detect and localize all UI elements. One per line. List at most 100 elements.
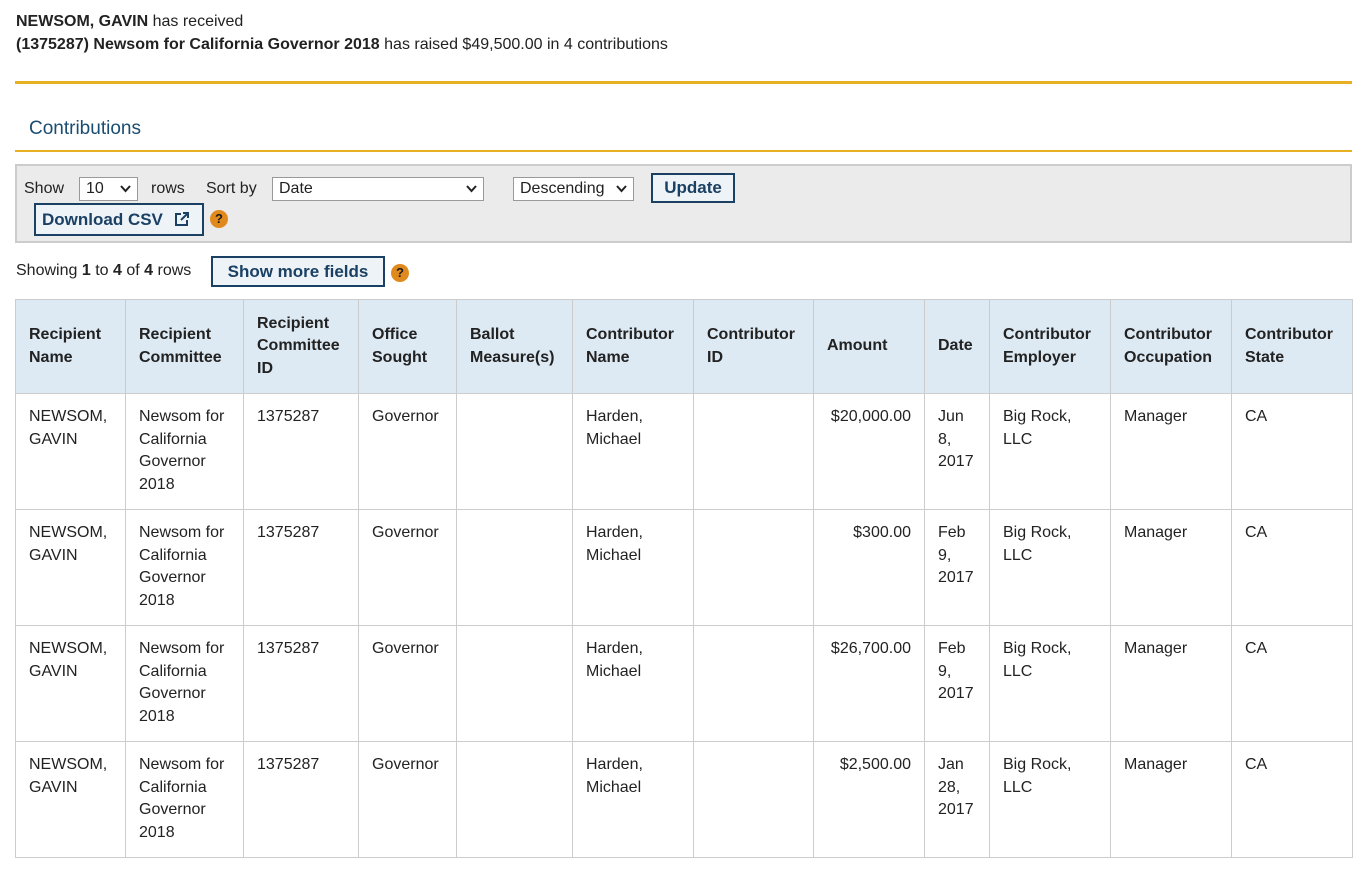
- showing-to-word: to: [95, 262, 109, 279]
- cell-contributor-name: Harden, Michael: [572, 509, 694, 626]
- cell-contributor-id: [693, 509, 814, 626]
- cell-occupation: Manager: [1110, 741, 1232, 858]
- cell-recipient-name: NEWSOM, GAVIN: [15, 625, 126, 742]
- cell-recipient-committee: Newsom for California Governor 2018: [125, 509, 244, 626]
- cell-recipient-committee: Newsom for California Governor 2018: [125, 741, 244, 858]
- contributions-table: Recipient Name Recipient Committee Recip…: [15, 299, 1353, 858]
- column-header[interactable]: Amount: [813, 299, 925, 394]
- cell-contributor-name: Harden, Michael: [572, 393, 694, 510]
- column-header[interactable]: Contributor ID: [693, 299, 814, 394]
- cell-amount: $2,500.00: [813, 741, 925, 858]
- table-row: NEWSOM, GAVIN Newsom for California Gove…: [15, 625, 1353, 742]
- column-header[interactable]: Recipient Committee ID: [243, 299, 359, 394]
- showing-from: 1: [81, 262, 91, 279]
- cell-ballot-measure: [456, 509, 573, 626]
- cell-occupation: Manager: [1110, 509, 1232, 626]
- cell-amount: $20,000.00: [813, 393, 925, 510]
- cell-contributor-name: Harden, Michael: [572, 625, 694, 742]
- help-icon[interactable]: ?: [210, 210, 228, 228]
- cell-ballot-measure: [456, 393, 573, 510]
- cell-employer: Big Rock, LLC: [989, 393, 1111, 510]
- rows-label: rows: [151, 180, 185, 197]
- cell-office-sought: Governor: [358, 509, 457, 626]
- cell-committee-id: 1375287: [243, 741, 359, 858]
- column-header[interactable]: Contributor Name: [572, 299, 694, 394]
- column-header[interactable]: Recipient Committee: [125, 299, 244, 394]
- column-header[interactable]: Office Sought: [358, 299, 457, 394]
- cell-contributor-id: [693, 625, 814, 742]
- order-select[interactable]: Descending: [513, 177, 634, 201]
- table-row: NEWSOM, GAVIN Newsom for California Gove…: [15, 393, 1353, 510]
- cell-date: Jan 28, 2017: [924, 741, 990, 858]
- cell-occupation: Manager: [1110, 625, 1232, 742]
- column-header[interactable]: Recipient Name: [15, 299, 126, 394]
- column-header[interactable]: Contributor Occupation: [1110, 299, 1232, 394]
- column-header[interactable]: Date: [924, 299, 990, 394]
- cell-contributor-name: Harden, Michael: [572, 741, 694, 858]
- cell-state: CA: [1231, 741, 1353, 858]
- cell-committee-id: 1375287: [243, 393, 359, 510]
- committee-name: (1375287) Newsom for California Governor…: [16, 36, 380, 53]
- cell-date: Feb 9, 2017: [924, 509, 990, 626]
- help-icon[interactable]: ?: [391, 264, 409, 282]
- cell-state: CA: [1231, 393, 1353, 510]
- table-controls: Show 10 rows Sort by Date Descending Upd…: [15, 164, 1352, 243]
- cell-committee-id: 1375287: [243, 509, 359, 626]
- contribution-summary: NEWSOM, GAVIN has received (1375287) New…: [16, 10, 668, 56]
- showing-of-word: of: [126, 262, 140, 279]
- rows-select[interactable]: 10: [79, 177, 138, 201]
- recipient-suffix: has received: [152, 13, 244, 30]
- cell-recipient-committee: Newsom for California Governor 2018: [125, 393, 244, 510]
- download-csv-button[interactable]: Download CSV: [34, 203, 204, 236]
- cell-recipient-name: NEWSOM, GAVIN: [15, 741, 126, 858]
- chevron-down-icon: [466, 178, 477, 207]
- show-more-fields-button[interactable]: Show more fields: [211, 256, 385, 287]
- rows-select-value: 10: [86, 180, 104, 197]
- column-header[interactable]: Ballot Measure(s): [456, 299, 573, 394]
- showing-prefix: Showing: [16, 262, 78, 279]
- showing-total: 4: [144, 262, 154, 279]
- cell-committee-id: 1375287: [243, 625, 359, 742]
- table-header-row: Recipient Name Recipient Committee Recip…: [15, 299, 1353, 394]
- chevron-down-icon: [616, 178, 627, 207]
- cell-amount: $26,700.00: [813, 625, 925, 742]
- cell-ballot-measure: [456, 741, 573, 858]
- column-header[interactable]: Contributor Employer: [989, 299, 1111, 394]
- cell-date: Jun 8, 2017: [924, 393, 990, 510]
- recipient-name: NEWSOM, GAVIN: [16, 13, 149, 30]
- cell-ballot-measure: [456, 625, 573, 742]
- summary-line-committee: (1375287) Newsom for California Governor…: [16, 33, 668, 56]
- order-select-value: Descending: [520, 180, 605, 197]
- sort-label: Sort by: [206, 180, 257, 197]
- show-label: Show: [24, 180, 65, 197]
- table-row: NEWSOM, GAVIN Newsom for California Gove…: [15, 741, 1353, 858]
- cell-contributor-id: [693, 741, 814, 858]
- cell-recipient-name: NEWSOM, GAVIN: [15, 393, 126, 510]
- showing-to: 4: [112, 262, 122, 279]
- cell-recipient-committee: Newsom for California Governor 2018: [125, 625, 244, 742]
- cell-date: Feb 9, 2017: [924, 625, 990, 742]
- cell-state: CA: [1231, 509, 1353, 626]
- update-button[interactable]: Update: [651, 173, 735, 203]
- cell-contributor-id: [693, 393, 814, 510]
- external-link-icon: [174, 207, 190, 236]
- table-row: NEWSOM, GAVIN Newsom for California Gove…: [15, 509, 1353, 626]
- cell-employer: Big Rock, LLC: [989, 625, 1111, 742]
- cell-employer: Big Rock, LLC: [989, 741, 1111, 858]
- cell-state: CA: [1231, 625, 1353, 742]
- cell-office-sought: Governor: [358, 393, 457, 510]
- cell-office-sought: Governor: [358, 741, 457, 858]
- raised-text: has raised $49,500.00 in 4 contributions: [384, 36, 668, 53]
- showing-text: Showing 1 to 4 of 4 rows: [16, 262, 191, 280]
- column-header[interactable]: Contributor State: [1231, 299, 1353, 394]
- gold-divider: [15, 81, 1352, 84]
- summary-line-recipient: NEWSOM, GAVIN has received: [16, 10, 668, 33]
- sort-select-value: Date: [279, 180, 313, 197]
- section-title: Contributions: [29, 118, 141, 139]
- showing-suffix: rows: [157, 262, 192, 279]
- download-csv-label: Download CSV: [42, 210, 163, 229]
- gold-divider: [15, 150, 1352, 152]
- sort-select[interactable]: Date: [272, 177, 484, 201]
- cell-amount: $300.00: [813, 509, 925, 626]
- cell-office-sought: Governor: [358, 625, 457, 742]
